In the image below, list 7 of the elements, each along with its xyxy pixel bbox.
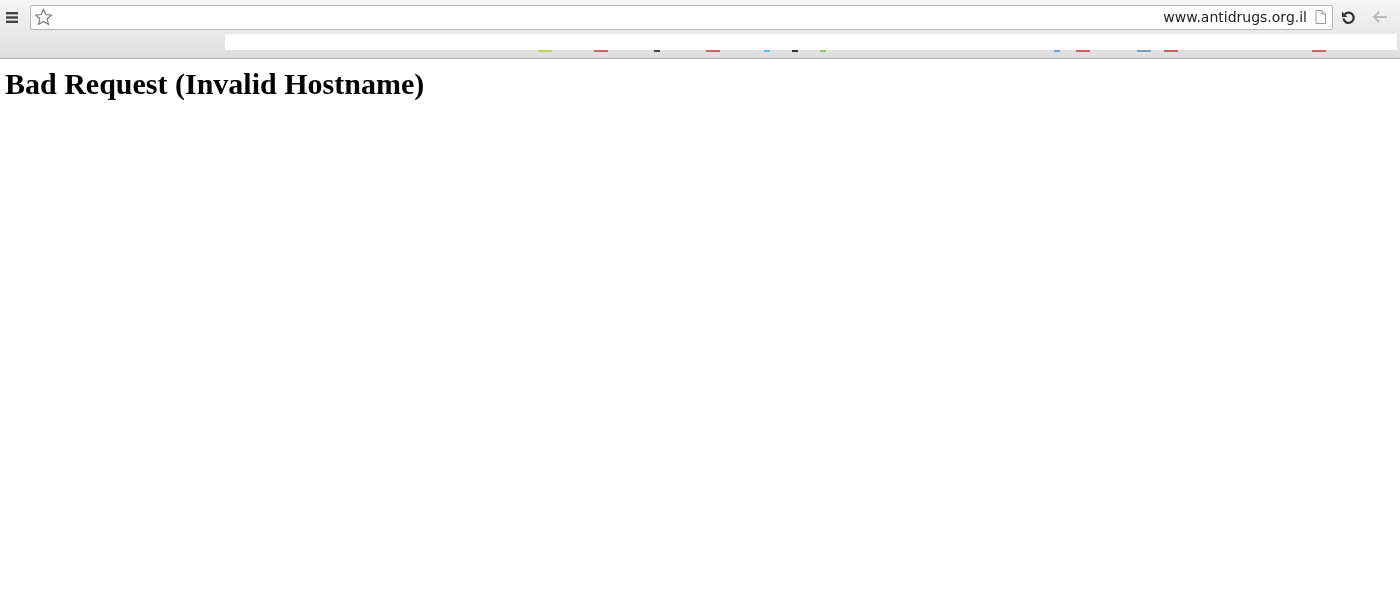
error-heading: Bad Request (Invalid Hostname) bbox=[5, 67, 426, 101]
menu-icon[interactable] bbox=[6, 11, 18, 23]
address-bar[interactable]: www.antidrugs.org.il bbox=[30, 4, 1333, 30]
star-icon[interactable] bbox=[34, 8, 53, 26]
page-icon bbox=[1315, 10, 1326, 24]
reload-icon[interactable] bbox=[1341, 9, 1356, 25]
url-text: www.antidrugs.org.il bbox=[1163, 9, 1307, 25]
